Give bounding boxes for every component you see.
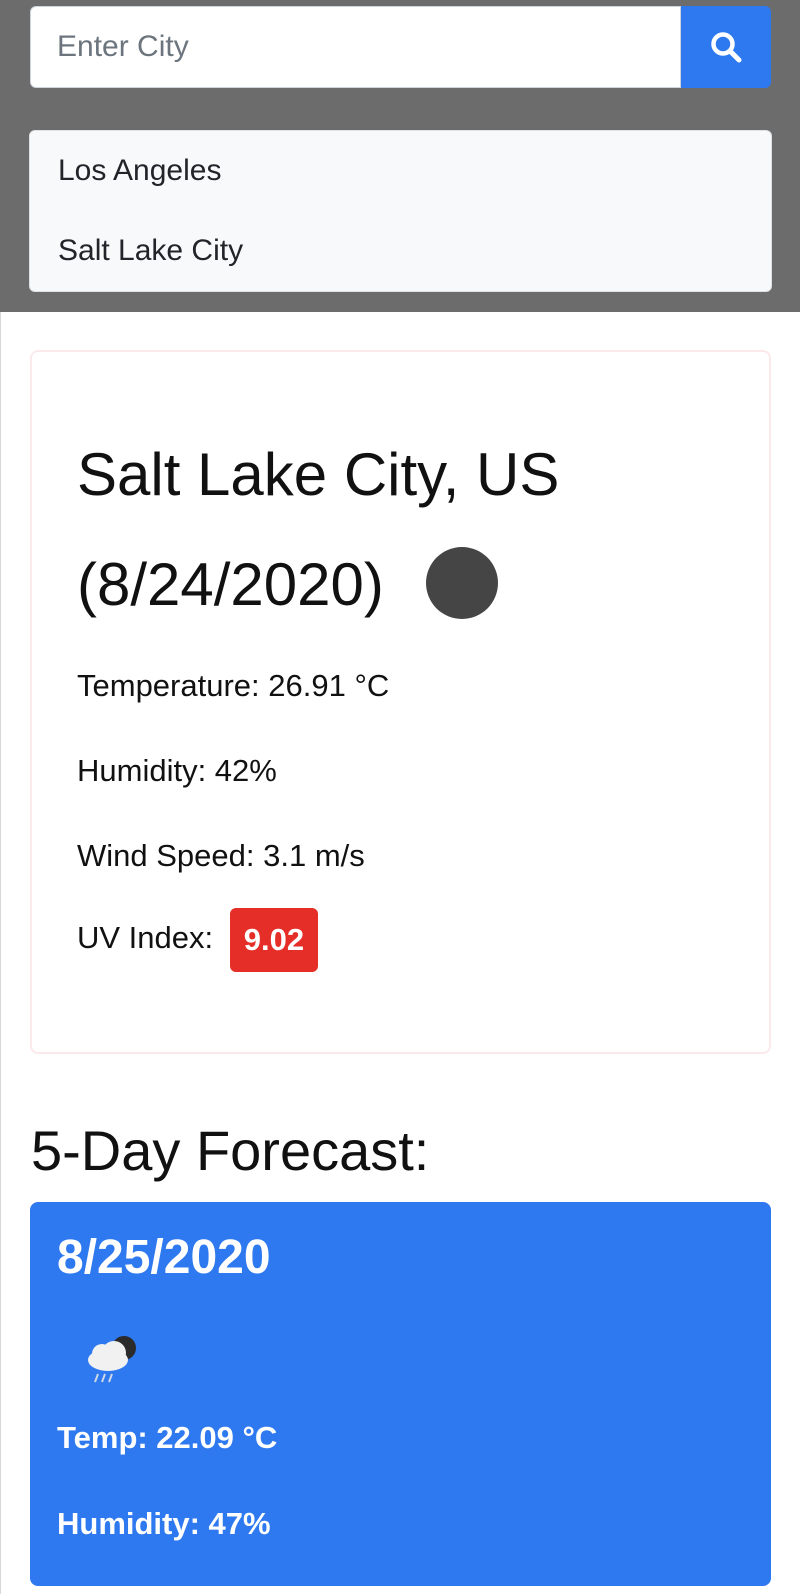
forecast-humidity: Humidity: 47%	[57, 1506, 271, 1541]
uv-index-label: UV Index:	[77, 920, 214, 956]
uv-index-row: UV Index: 9.02	[77, 908, 319, 972]
current-date: (8/24/2020)	[77, 551, 384, 618]
forecast-date: 8/25/2020	[57, 1231, 271, 1284]
city-search-input[interactable]	[30, 6, 681, 88]
forecast-temp: Temp: 22.09 °C	[57, 1420, 278, 1455]
forecast-heading: 5-Day Forecast:	[31, 1119, 430, 1182]
weather-condition-icon	[425, 547, 498, 620]
forecast-day-card: 8/25/2020 Temp: 22.09 °C Humidity: 47%	[30, 1202, 771, 1586]
search-button[interactable]	[681, 6, 771, 88]
current-weather-title: Salt Lake City, US (8/24/2020)	[77, 420, 737, 640]
current-city: Salt Lake City, US	[77, 441, 560, 508]
search-group	[30, 6, 771, 88]
history-item-los-angeles[interactable]: Los Angeles	[30, 131, 771, 211]
history-item-salt-lake-city[interactable]: Salt Lake City	[30, 211, 771, 291]
current-weather-card: Salt Lake City, US (8/24/2020) Temperatu…	[30, 350, 771, 1054]
current-temperature: Temperature: 26.91 °C	[77, 668, 390, 703]
search-panel: Los Angeles Salt Lake City	[0, 0, 800, 312]
rain-cloud-icon	[88, 1336, 136, 1383]
search-icon	[711, 32, 742, 63]
uv-index-badge: 9.02	[229, 908, 319, 972]
current-wind-speed: Wind Speed: 3.1 m/s	[77, 838, 365, 873]
page-left-border	[0, 312, 1, 1594]
search-history-list: Los Angeles Salt Lake City	[29, 130, 772, 292]
current-humidity: Humidity: 42%	[77, 753, 277, 788]
